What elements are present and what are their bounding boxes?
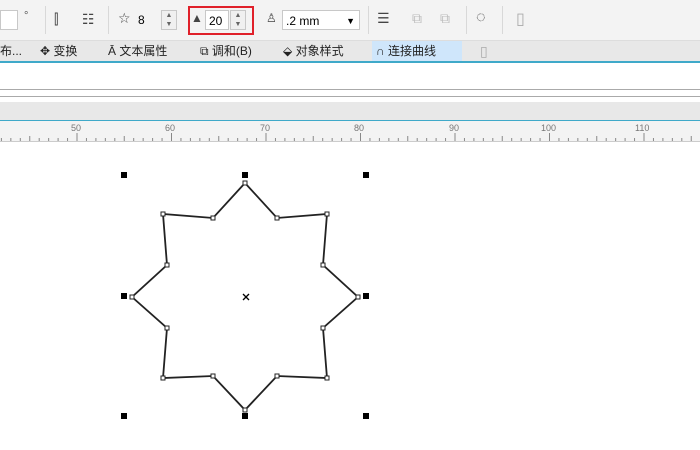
- angle-input[interactable]: [0, 10, 18, 30]
- node-handle[interactable]: [320, 262, 326, 268]
- toolbar-strip: [0, 102, 700, 120]
- ruler-label: 80: [354, 123, 365, 133]
- node-handle[interactable]: [164, 262, 170, 268]
- node-handle[interactable]: [324, 211, 330, 217]
- node-handle[interactable]: [164, 325, 170, 331]
- divider: [0, 96, 700, 97]
- node-handle[interactable]: [324, 375, 330, 381]
- tab-object-styles[interactable]: ⬙ 对象样式: [283, 43, 344, 59]
- node-handle[interactable]: [320, 325, 326, 331]
- horizontal-ruler[interactable]: 50 60 70 80 90 100 110: [0, 120, 700, 142]
- tab-label: 文本属性: [119, 44, 168, 58]
- to-front-icon[interactable]: ⧉: [412, 10, 422, 27]
- points-input[interactable]: 8: [135, 10, 161, 30]
- ruler-label: 60: [165, 123, 176, 133]
- node-handle[interactable]: [160, 211, 166, 217]
- property-bar: ° ⫿ ☷ ☆ 8 ▲ ▼ ▲ 20 ▲ ▼ ♙ .2 mm ▼ ☰ ⧉ ⧉ ◌ ▯: [0, 0, 700, 41]
- mirror-vertical-icon[interactable]: ☷: [82, 11, 95, 28]
- tab-connect-curves[interactable]: ∩ 连接曲线: [372, 41, 462, 61]
- docker-tabs: 布... ✥ 变换 Ā 文本属性 ⧉ 调和(B) ⬙ 对象样式 ∩ 连接曲线 ▯: [0, 41, 700, 63]
- node-handle[interactable]: [242, 407, 248, 413]
- outline-pen-icon: ♙: [266, 11, 277, 25]
- tab-label: 变换: [53, 44, 78, 58]
- options-icon[interactable]: ▯: [516, 9, 525, 29]
- ruler-label: 100: [541, 123, 557, 133]
- ruler-label: 110: [635, 123, 650, 133]
- node-handle[interactable]: [274, 373, 280, 379]
- ruler-label: 90: [449, 123, 460, 133]
- star-icon: ☆: [118, 10, 131, 26]
- node-handle[interactable]: [210, 215, 216, 221]
- options-icon[interactable]: ▯: [480, 43, 488, 59]
- tab-transform[interactable]: ✥ 变换: [40, 43, 77, 59]
- to-back-icon[interactable]: ⧉: [440, 10, 450, 27]
- ruler-label: 50: [71, 123, 82, 133]
- node-handle[interactable]: [160, 375, 166, 381]
- points-spinner[interactable]: ▲ ▼: [161, 10, 177, 30]
- sharpness-input[interactable]: 20: [205, 10, 229, 30]
- sharpness-spinner[interactable]: ▲ ▼: [230, 10, 246, 30]
- degree-label: °: [24, 10, 29, 22]
- tab-label: 调和(B): [211, 44, 252, 58]
- tab-label: 对象样式: [295, 44, 344, 58]
- node-handle[interactable]: [242, 180, 248, 186]
- mirror-horizontal-icon[interactable]: ⫿: [54, 11, 58, 28]
- tab-blend[interactable]: ⧉ 调和(B): [200, 43, 252, 59]
- node-handle[interactable]: [355, 294, 361, 300]
- node-handle[interactable]: [129, 294, 135, 300]
- outline-width-value: .2 mm: [286, 14, 320, 28]
- center-mark-icon: [242, 293, 250, 301]
- sharpness-icon: ▲: [191, 11, 203, 25]
- outline-width-select[interactable]: .2 mm ▼: [282, 10, 360, 30]
- docker-panel: [0, 63, 700, 90]
- tab-text-properties[interactable]: Ā 文本属性: [108, 43, 167, 59]
- ruler-label: 70: [260, 123, 271, 133]
- node-handle[interactable]: [274, 215, 280, 221]
- wrap-text-icon[interactable]: ☰: [377, 10, 390, 27]
- tab-layout[interactable]: 布...: [0, 43, 22, 59]
- tab-label: 连接曲线: [387, 44, 436, 58]
- node-handle[interactable]: [210, 373, 216, 379]
- canvas[interactable]: [0, 141, 700, 450]
- convert-to-curves-icon[interactable]: ◌: [476, 9, 486, 27]
